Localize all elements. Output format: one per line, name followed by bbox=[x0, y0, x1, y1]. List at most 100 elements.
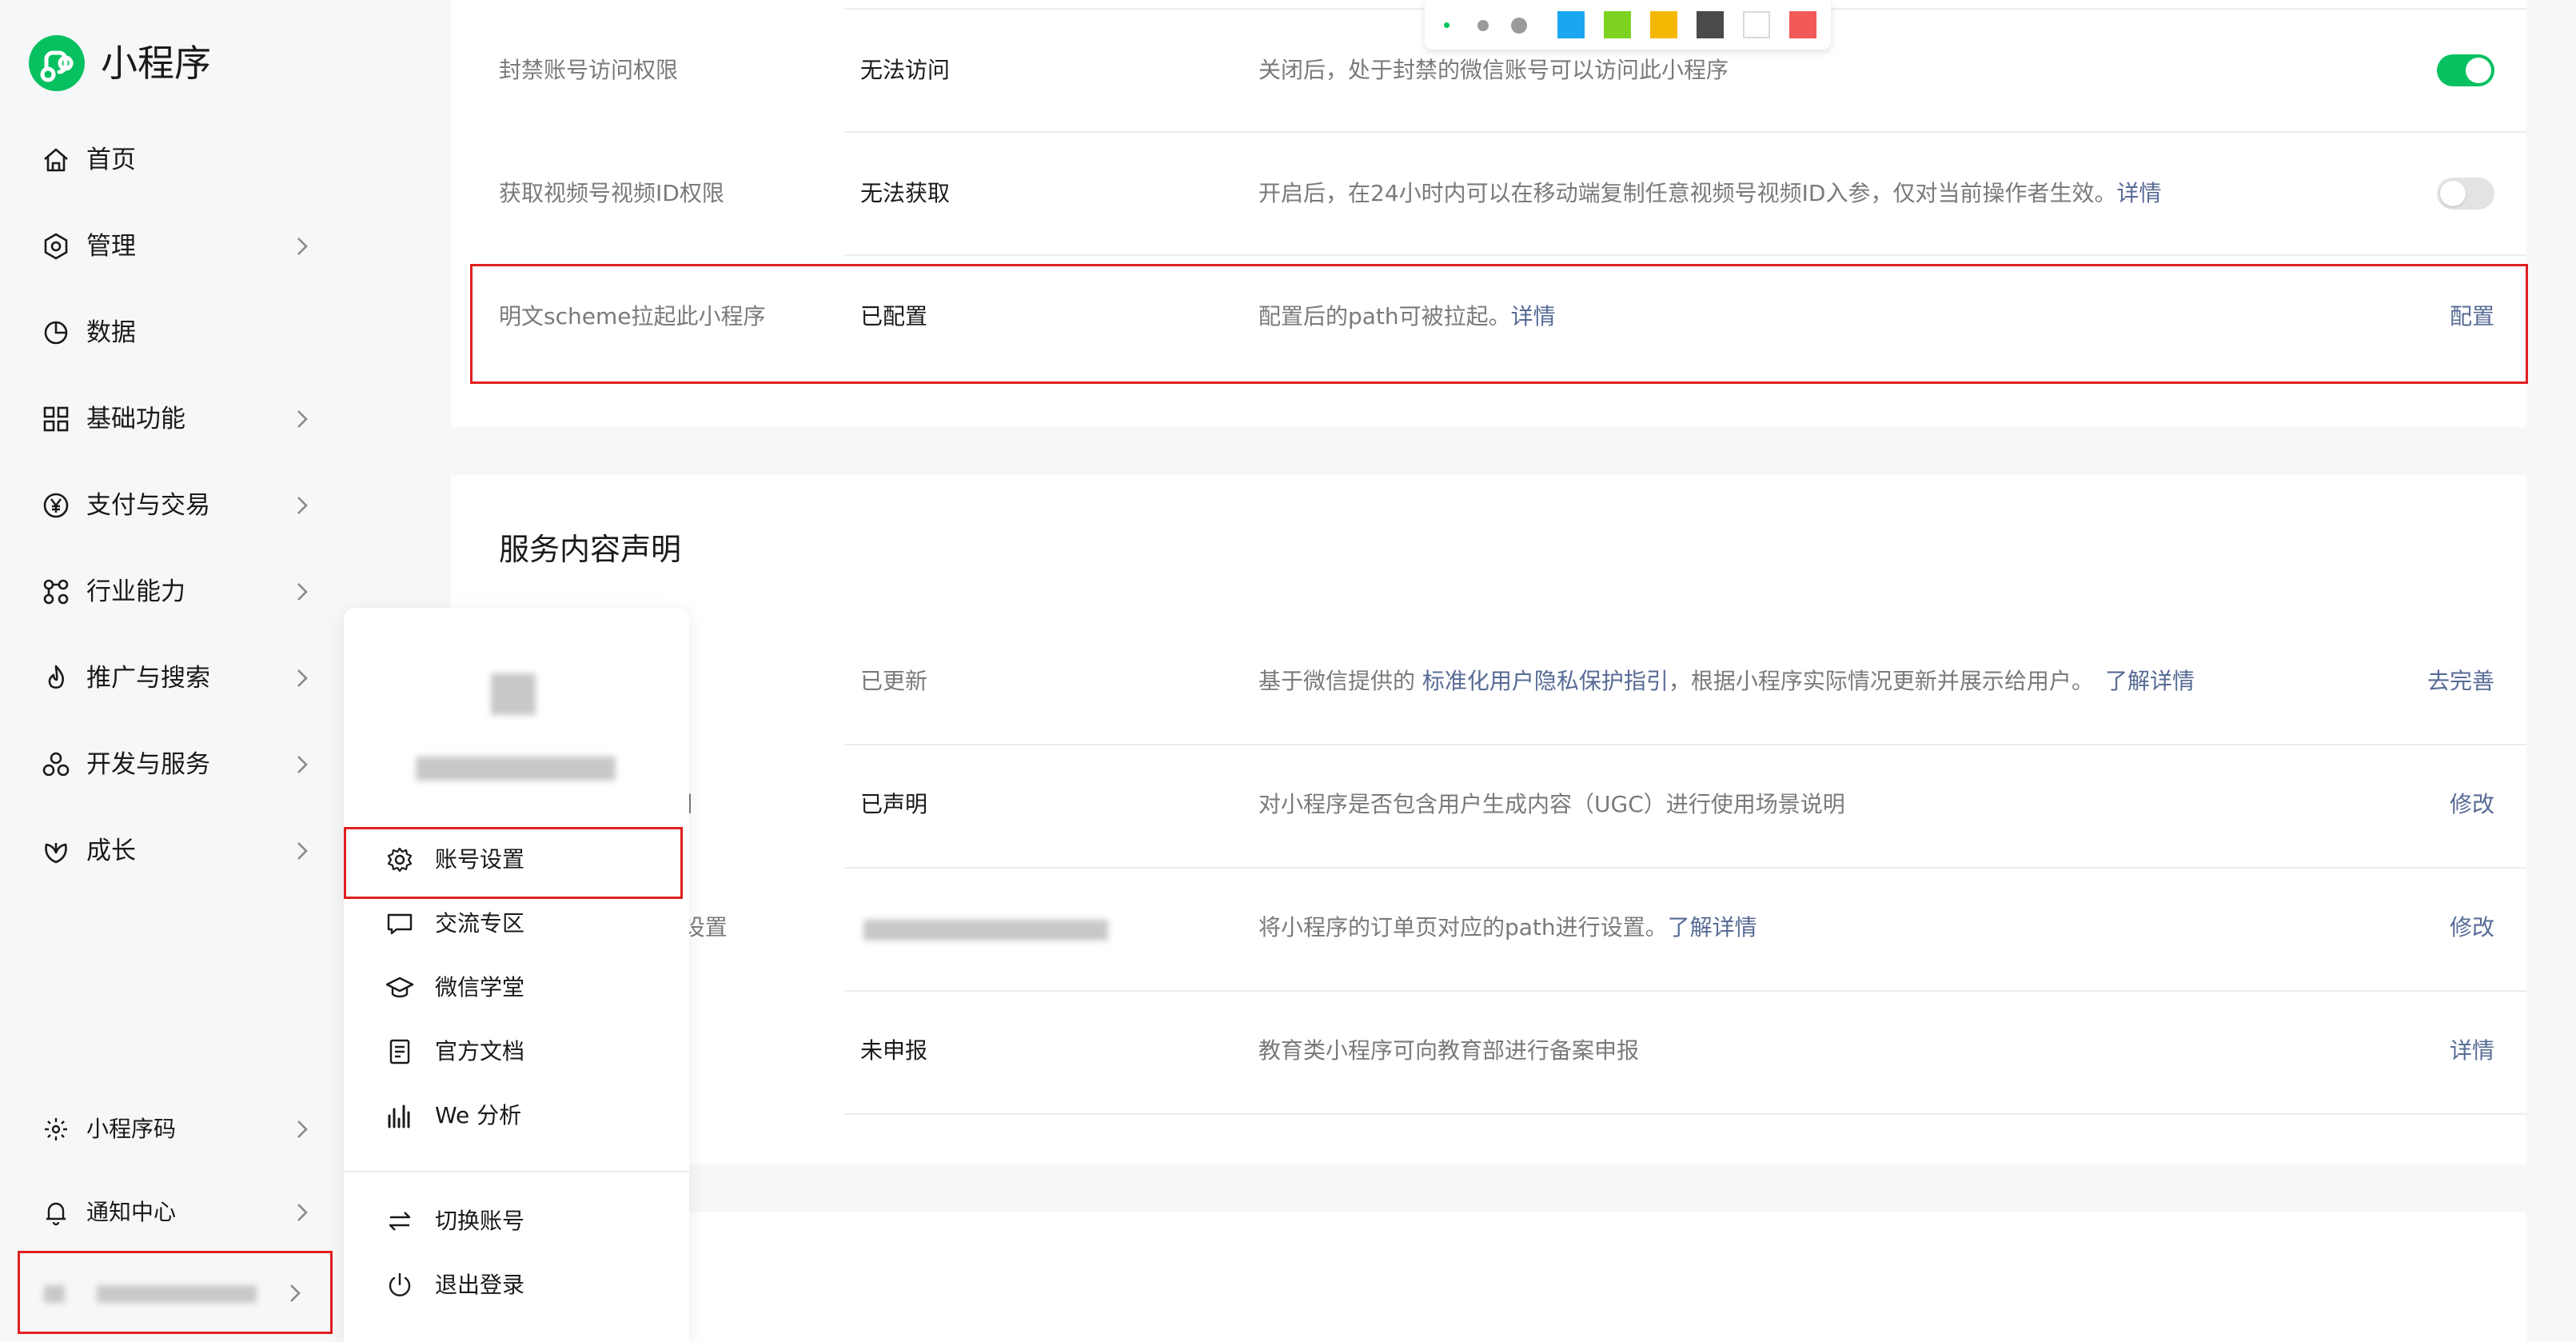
sidebar-item-label: 推广与搜索 bbox=[86, 664, 210, 693]
color-swatch-dark-gray[interactable] bbox=[1697, 11, 1724, 38]
chevron-right-icon bbox=[297, 410, 308, 428]
develop-icon bbox=[42, 752, 70, 777]
sidebar-item-label: 成长 bbox=[86, 837, 136, 865]
setting-desc: 开启后，在24小时内可以在移动端复制任意视频号视频ID入参，仅对当前操作者生效。… bbox=[1258, 178, 2161, 210]
sidebar-item-home[interactable]: 首页 bbox=[40, 136, 312, 184]
menu-item-label: 微信学堂 bbox=[435, 974, 525, 1001]
app-name: 小程序 bbox=[101, 42, 211, 85]
color-swatch-red[interactable] bbox=[1789, 11, 1816, 38]
yuan-icon bbox=[43, 493, 69, 518]
color-swatch-blue[interactable] bbox=[1557, 11, 1585, 38]
menu-item-switch-account[interactable]: 切换账号 bbox=[344, 1193, 689, 1249]
sidebar-item-notifications[interactable]: 通知中心 bbox=[40, 1188, 312, 1236]
sidebar-item-manage[interactable]: 管理 bbox=[40, 222, 312, 270]
learn-more-link[interactable]: 了解详情 bbox=[1668, 914, 1757, 941]
details-link[interactable]: 详情 bbox=[2116, 180, 2161, 206]
divider bbox=[844, 744, 2526, 745]
setting-desc-text: 将小程序的订单页对应的path进行设置。 bbox=[1258, 914, 1668, 941]
pen-size-small[interactable] bbox=[1444, 22, 1449, 28]
divider bbox=[844, 1113, 2526, 1115]
chevron-right-icon bbox=[297, 497, 308, 514]
menu-item-label: 交流专区 bbox=[435, 910, 525, 937]
setting-desc: 教育类小程序可向教育部进行备案申报 bbox=[1258, 1037, 1640, 1064]
grid-icon bbox=[43, 406, 69, 432]
promote-icon bbox=[48, 665, 65, 689]
learn-more-link[interactable]: 了解详情 bbox=[2105, 668, 2195, 694]
growth-icon bbox=[45, 843, 67, 864]
setting-value: 无法访问 bbox=[860, 57, 951, 83]
menu-item-logout[interactable]: 退出登录 bbox=[344, 1257, 689, 1313]
sidebar-item-promotion[interactable]: 推广与搜索 bbox=[40, 654, 312, 702]
setting-value: 未申报 bbox=[860, 1037, 928, 1064]
industry-icon bbox=[43, 579, 69, 605]
graduation-cap-icon bbox=[385, 977, 414, 998]
setting-desc: 关闭后，处于封禁的微信账号可以访问此小程序 bbox=[1258, 57, 1729, 83]
sidebar-item-label: 开发与服务 bbox=[86, 750, 210, 779]
sidebar-item-growth[interactable]: 成长 bbox=[40, 827, 312, 875]
setting-desc: 对小程序是否包含用户生成内容（UGC）进行使用场景说明 bbox=[1258, 791, 1845, 817]
sidebar-item-payment[interactable]: 支付与交易 bbox=[40, 481, 312, 529]
modify-link[interactable]: 修改 bbox=[2395, 789, 2494, 821]
account-switcher[interactable] bbox=[18, 1251, 333, 1334]
chevron-right-icon bbox=[297, 669, 308, 687]
analytics-icon bbox=[388, 1104, 410, 1128]
sidebar-item-develop[interactable]: 开发与服务 bbox=[40, 741, 312, 789]
chevron-right-icon bbox=[297, 583, 308, 601]
sidebar-item-qrcode[interactable]: 小程序码 bbox=[40, 1105, 312, 1153]
sidebar-item-label: 小程序码 bbox=[86, 1116, 177, 1142]
avatar bbox=[491, 673, 536, 715]
mini-program-logo-icon bbox=[29, 35, 85, 91]
sidebar-item-industry[interactable]: 行业能力 bbox=[40, 568, 312, 616]
video-id-toggle[interactable] bbox=[2437, 178, 2494, 210]
menu-item-official-docs[interactable]: 官方文档 bbox=[344, 1024, 689, 1080]
menu-item-community[interactable]: 交流专区 bbox=[344, 896, 689, 952]
account-name-redacted bbox=[416, 757, 616, 781]
color-swatch-green[interactable] bbox=[1604, 11, 1631, 38]
toggle-knob bbox=[2440, 181, 2466, 206]
setting-desc: 将小程序的订单页对应的path进行设置。了解详情 bbox=[1258, 912, 1757, 944]
complete-link[interactable]: 去完善 bbox=[2367, 665, 2494, 697]
bell-icon bbox=[46, 1202, 66, 1226]
chat-icon bbox=[387, 913, 413, 935]
next-card bbox=[451, 1212, 2526, 1342]
pen-size-medium[interactable] bbox=[1477, 20, 1489, 31]
sidebar-item-label: 行业能力 bbox=[86, 577, 185, 606]
pen-size-large[interactable] bbox=[1511, 18, 1527, 34]
chevron-right-icon bbox=[290, 1284, 301, 1302]
home-icon bbox=[44, 148, 68, 172]
sidebar-item-data[interactable]: 数据 bbox=[40, 309, 312, 357]
color-swatch-white[interactable] bbox=[1743, 11, 1770, 38]
document-icon bbox=[389, 1039, 410, 1064]
setting-desc-text: 基于微信提供的 bbox=[1258, 668, 1422, 694]
setting-name: 封禁账号访问权限 bbox=[499, 57, 679, 83]
privacy-guide-link[interactable]: 标准化用户隐私保护指引 bbox=[1422, 668, 1669, 694]
menu-item-wechat-academy[interactable]: 微信学堂 bbox=[344, 960, 689, 1016]
ban-access-toggle[interactable] bbox=[2437, 54, 2494, 86]
menu-item-label: We 分析 bbox=[435, 1102, 522, 1128]
account-menu-popup: 账号设置 交流专区 微信学堂 官方文档 We 分析 切换账号 退出登录 bbox=[344, 608, 689, 1342]
chevron-right-icon bbox=[297, 1204, 308, 1221]
avatar bbox=[44, 1285, 65, 1303]
highlight-box bbox=[470, 264, 2528, 384]
menu-item-label: 切换账号 bbox=[435, 1208, 525, 1234]
modify-link[interactable]: 修改 bbox=[2395, 912, 2494, 944]
sidebar-item-label: 基础功能 bbox=[86, 405, 185, 433]
sidebar-item-label: 通知中心 bbox=[86, 1199, 177, 1225]
section-title: 服务内容声明 bbox=[499, 532, 682, 567]
divider bbox=[844, 990, 2526, 992]
redacted-path-value bbox=[863, 920, 1108, 941]
chevron-right-icon bbox=[297, 756, 308, 773]
setting-desc: 基于微信提供的 标准化用户隐私保护指引，根据小程序实际情况更新并展示给用户。 了解… bbox=[1258, 665, 2195, 697]
setting-name: 获取视频号视频ID权限 bbox=[499, 180, 724, 206]
color-swatch-yellow[interactable] bbox=[1650, 11, 1677, 38]
divider bbox=[844, 867, 2526, 869]
menu-divider bbox=[344, 1171, 689, 1172]
setting-desc-text: ，根据小程序实际情况更新并展示给用户。 bbox=[1668, 668, 2094, 694]
sidebar-item-basic-functions[interactable]: 基础功能 bbox=[40, 395, 312, 443]
toggle-knob bbox=[2466, 58, 2491, 83]
annotation-color-toolbar bbox=[1425, 0, 1831, 50]
details-link[interactable]: 详情 bbox=[2395, 1035, 2494, 1067]
manage-icon bbox=[44, 233, 68, 260]
setting-value: 已声明 bbox=[860, 791, 928, 817]
menu-item-we-analytics[interactable]: We 分析 bbox=[344, 1088, 689, 1144]
